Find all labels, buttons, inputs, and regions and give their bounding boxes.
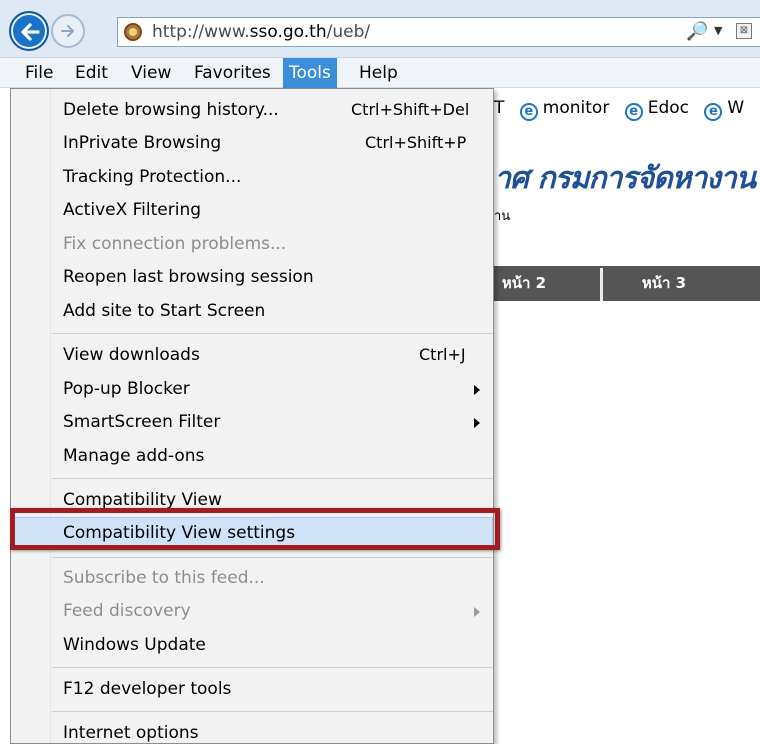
menu-item-compatibility-view-settings[interactable]: Compatibility View settings [11,517,493,550]
ie-page-icon: e [624,103,643,121]
menu-favorites[interactable]: Favorites [188,58,277,88]
compatibility-view-icon[interactable]: ⊠ [736,23,752,39]
menu-item-popup-blocker[interactable]: Pop-up Blocker [11,373,493,406]
forward-button[interactable] [51,14,85,48]
menu-item-manage-addons[interactable]: Manage add-ons [11,440,493,473]
search-icon[interactable]: 🔎 [686,21,708,42]
ie-page-icon: e [519,103,538,121]
menu-help[interactable]: Help [353,58,404,88]
menu-item-windows-update[interactable]: Windows Update [11,629,493,662]
menu-item-feed-discovery: Feed discovery [11,595,493,628]
menu-item-f12-developer-tools[interactable]: F12 developer tools [11,673,493,706]
menu-separator [52,557,493,558]
tab-divider [600,268,603,301]
search-dropdown-icon[interactable]: ▼ [714,24,722,37]
favorite-link-t[interactable]: T [494,98,504,118]
address-bar-area: http://www.sso.go.th/ueb/ 🔎 ▼ ⊠ [0,0,760,58]
page-subtitle: าน [494,209,511,224]
page-tab-3[interactable]: หน้า 3 [624,266,704,301]
menu-item-compatibility-view[interactable]: Compatibility View [11,484,493,517]
menu-item-delete-browsing-history[interactable]: Delete browsing history... Ctrl+Shift+De… [11,94,493,127]
site-favicon-icon [124,23,142,41]
menu-item-view-downloads[interactable]: View downloads Ctrl+J [11,339,493,372]
menu-separator [52,667,493,668]
menu-separator [52,478,493,479]
submenu-arrow-icon [474,385,480,395]
tools-dropdown-menu: Delete browsing history... Ctrl+Shift+De… [10,88,494,744]
menu-tools[interactable]: Tools [283,58,337,88]
menu-item-internet-options[interactable]: Internet options [11,717,493,744]
menu-item-add-site-to-start[interactable]: Add site to Start Screen [11,295,493,328]
menu-item-fix-connection-problems: Fix connection problems... [63,234,287,254]
url-field[interactable]: http://www.sso.go.th/ueb/ 🔎 ▼ ⊠ [117,17,760,47]
menu-separator [52,711,493,712]
menu-item-tracking-protection[interactable]: Tracking Protection... [11,161,493,194]
ie-page-icon: e [704,103,723,121]
submenu-arrow-icon [474,418,480,428]
favorite-link-monitor[interactable]: e monitor [519,98,609,121]
menu-separator [52,333,493,334]
back-arrow-icon [21,23,40,41]
menu-edit[interactable]: Edit [69,58,114,88]
favorites-bar: T e monitor e Edoc eW [494,98,754,126]
menu-item-inprivate-browsing[interactable]: InPrivate Browsing Ctrl+Shift+P [11,127,493,160]
menu-item-subscribe-to-feed: Subscribe to this feed... [63,568,265,588]
menu-view[interactable]: View [125,58,177,88]
back-button[interactable] [9,11,49,51]
favorite-link-w[interactable]: eW [704,98,744,121]
page-tab-bar: หน้า 2 หน้า 3 [494,266,760,301]
page-title: าศ กรมการจัดหางาน [494,161,756,196]
submenu-arrow-icon [474,607,480,617]
menu-item-reopen-last-session[interactable]: Reopen last browsing session [11,261,493,294]
menu-item-smartscreen-filter[interactable]: SmartScreen Filter [11,406,493,439]
url-text: http://www.sso.go.th/ueb/ [152,22,371,42]
menu-bar: File Edit View Favorites Tools Help [0,58,760,88]
favorite-link-edoc[interactable]: e Edoc [624,98,689,121]
page-tab-2[interactable]: หน้า 2 [494,266,554,301]
forward-arrow-icon [61,25,74,37]
menu-file[interactable]: File [19,58,59,88]
menu-item-activex-filtering[interactable]: ActiveX Filtering [11,194,493,227]
